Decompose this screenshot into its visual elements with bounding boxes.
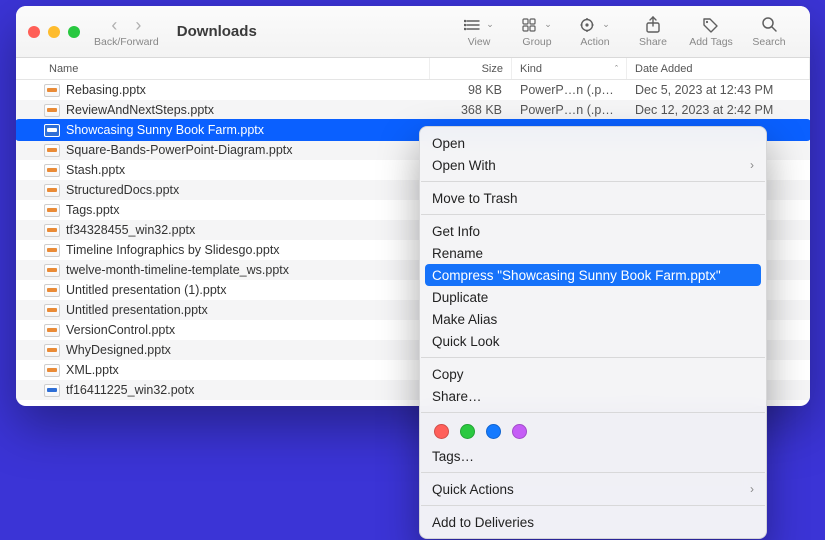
toolbar: ‹ › Back/Forward Downloads ⌄ View ⌄ Grou… xyxy=(16,6,810,58)
close-window-button[interactable] xyxy=(28,26,40,38)
nav-label: Back/Forward xyxy=(94,36,159,48)
file-date: Dec 5, 2023 at 12:43 PM xyxy=(627,83,810,97)
file-name: twelve-month-timeline-template_ws.pptx xyxy=(66,263,430,277)
ctx-get-info[interactable]: Get Info xyxy=(420,220,766,242)
file-icon xyxy=(44,204,60,217)
file-row[interactable]: Rebasing.pptx98 KBPowerP…n (.pptx)Dec 5,… xyxy=(16,80,810,100)
file-kind: PowerP…n (.pptx) xyxy=(512,103,627,117)
context-menu: Open Open With› Move to Trash Get Info R… xyxy=(419,126,767,539)
col-name[interactable]: Name xyxy=(16,58,430,79)
tag-color-dot[interactable] xyxy=(486,424,501,439)
window-controls xyxy=(28,6,80,57)
column-headers: Name Size Kindˆ Date Added xyxy=(16,58,810,80)
file-icon xyxy=(44,304,60,317)
chevron-down-icon: ⌄ xyxy=(602,19,610,30)
file-name: Square-Bands-PowerPoint-Diagram.pptx xyxy=(66,143,430,157)
ctx-duplicate[interactable]: Duplicate xyxy=(420,286,766,308)
separator xyxy=(421,412,765,413)
file-icon xyxy=(44,124,60,137)
file-icon xyxy=(44,84,60,97)
tag-color-dot[interactable] xyxy=(460,424,475,439)
ctx-tag-colors xyxy=(420,418,766,445)
chevron-down-icon: ⌄ xyxy=(544,19,552,30)
separator xyxy=(421,505,765,506)
file-name: Showcasing Sunny Book Farm.pptx xyxy=(66,123,430,137)
nav-back-forward: ‹ › Back/Forward xyxy=(94,6,159,57)
ctx-share[interactable]: Share… xyxy=(420,385,766,407)
file-kind: PowerP…n (.pptx) xyxy=(512,83,627,97)
file-name: ReviewAndNextSteps.pptx xyxy=(66,103,430,117)
file-name: StructuredDocs.pptx xyxy=(66,183,430,197)
file-icon xyxy=(44,104,60,117)
file-name: Tags.pptx xyxy=(66,203,430,217)
file-size: 368 KB xyxy=(430,103,512,117)
ctx-open[interactable]: Open xyxy=(420,132,766,154)
file-icon xyxy=(44,364,60,377)
file-name: XML.pptx xyxy=(66,363,430,377)
minimize-window-button[interactable] xyxy=(48,26,60,38)
search-button[interactable]: Search xyxy=(740,6,798,57)
chevron-right-icon: › xyxy=(750,158,754,172)
file-icon xyxy=(44,144,60,157)
col-kind[interactable]: Kindˆ xyxy=(512,58,627,79)
file-name: tf34328455_win32.pptx xyxy=(66,223,430,237)
file-icon xyxy=(44,284,60,297)
separator xyxy=(421,181,765,182)
chevron-right-icon: › xyxy=(750,482,754,496)
ctx-quick-look[interactable]: Quick Look xyxy=(420,330,766,352)
file-name: VersionControl.pptx xyxy=(66,323,430,337)
ctx-rename[interactable]: Rename xyxy=(420,242,766,264)
action-button[interactable]: ⌄ Action xyxy=(566,6,624,57)
ctx-copy[interactable]: Copy xyxy=(420,363,766,385)
back-button[interactable]: ‹ xyxy=(111,16,117,34)
file-name: Timeline Infographics by Slidesgo.pptx xyxy=(66,243,430,257)
tag-color-dot[interactable] xyxy=(512,424,527,439)
ctx-tags[interactable]: Tags… xyxy=(420,445,766,467)
tag-color-dot[interactable] xyxy=(434,424,449,439)
file-name: Untitled presentation.pptx xyxy=(66,303,430,317)
file-icon xyxy=(44,224,60,237)
file-date: Dec 12, 2023 at 2:42 PM xyxy=(627,103,810,117)
group-button[interactable]: ⌄ Group xyxy=(508,6,566,57)
ctx-quick-actions[interactable]: Quick Actions› xyxy=(420,478,766,500)
file-icon xyxy=(44,164,60,177)
separator xyxy=(421,214,765,215)
file-icon xyxy=(44,344,60,357)
file-icon xyxy=(44,324,60,337)
separator xyxy=(421,472,765,473)
file-icon xyxy=(44,184,60,197)
file-name: Untitled presentation (1).pptx xyxy=(66,283,430,297)
col-date[interactable]: Date Added xyxy=(627,58,810,79)
ctx-trash[interactable]: Move to Trash xyxy=(420,187,766,209)
file-icon xyxy=(44,384,60,397)
zoom-window-button[interactable] xyxy=(68,26,80,38)
file-icon xyxy=(44,244,60,257)
ctx-make-alias[interactable]: Make Alias xyxy=(420,308,766,330)
file-name: Stash.pptx xyxy=(66,163,430,177)
window-title: Downloads xyxy=(177,6,257,57)
forward-button[interactable]: › xyxy=(135,16,141,34)
file-name: tf16411225_win32.potx xyxy=(66,383,430,397)
file-row[interactable]: ReviewAndNextSteps.pptx368 KBPowerP…n (.… xyxy=(16,100,810,120)
file-name: WhyDesigned.pptx xyxy=(66,343,430,357)
chevron-down-icon: ⌄ xyxy=(486,19,494,30)
separator xyxy=(421,357,765,358)
ctx-open-with[interactable]: Open With› xyxy=(420,154,766,176)
file-size: 98 KB xyxy=(430,83,512,97)
ctx-compress[interactable]: Compress "Showcasing Sunny Book Farm.ppt… xyxy=(425,264,761,286)
col-size[interactable]: Size xyxy=(430,58,512,79)
share-button[interactable]: Share xyxy=(624,6,682,57)
view-button[interactable]: ⌄ View xyxy=(450,6,508,57)
file-name: Rebasing.pptx xyxy=(66,83,430,97)
file-icon xyxy=(44,264,60,277)
sort-caret-icon: ˆ xyxy=(615,64,618,74)
tags-button[interactable]: Add Tags xyxy=(682,6,740,57)
ctx-add-deliveries[interactable]: Add to Deliveries xyxy=(420,511,766,533)
